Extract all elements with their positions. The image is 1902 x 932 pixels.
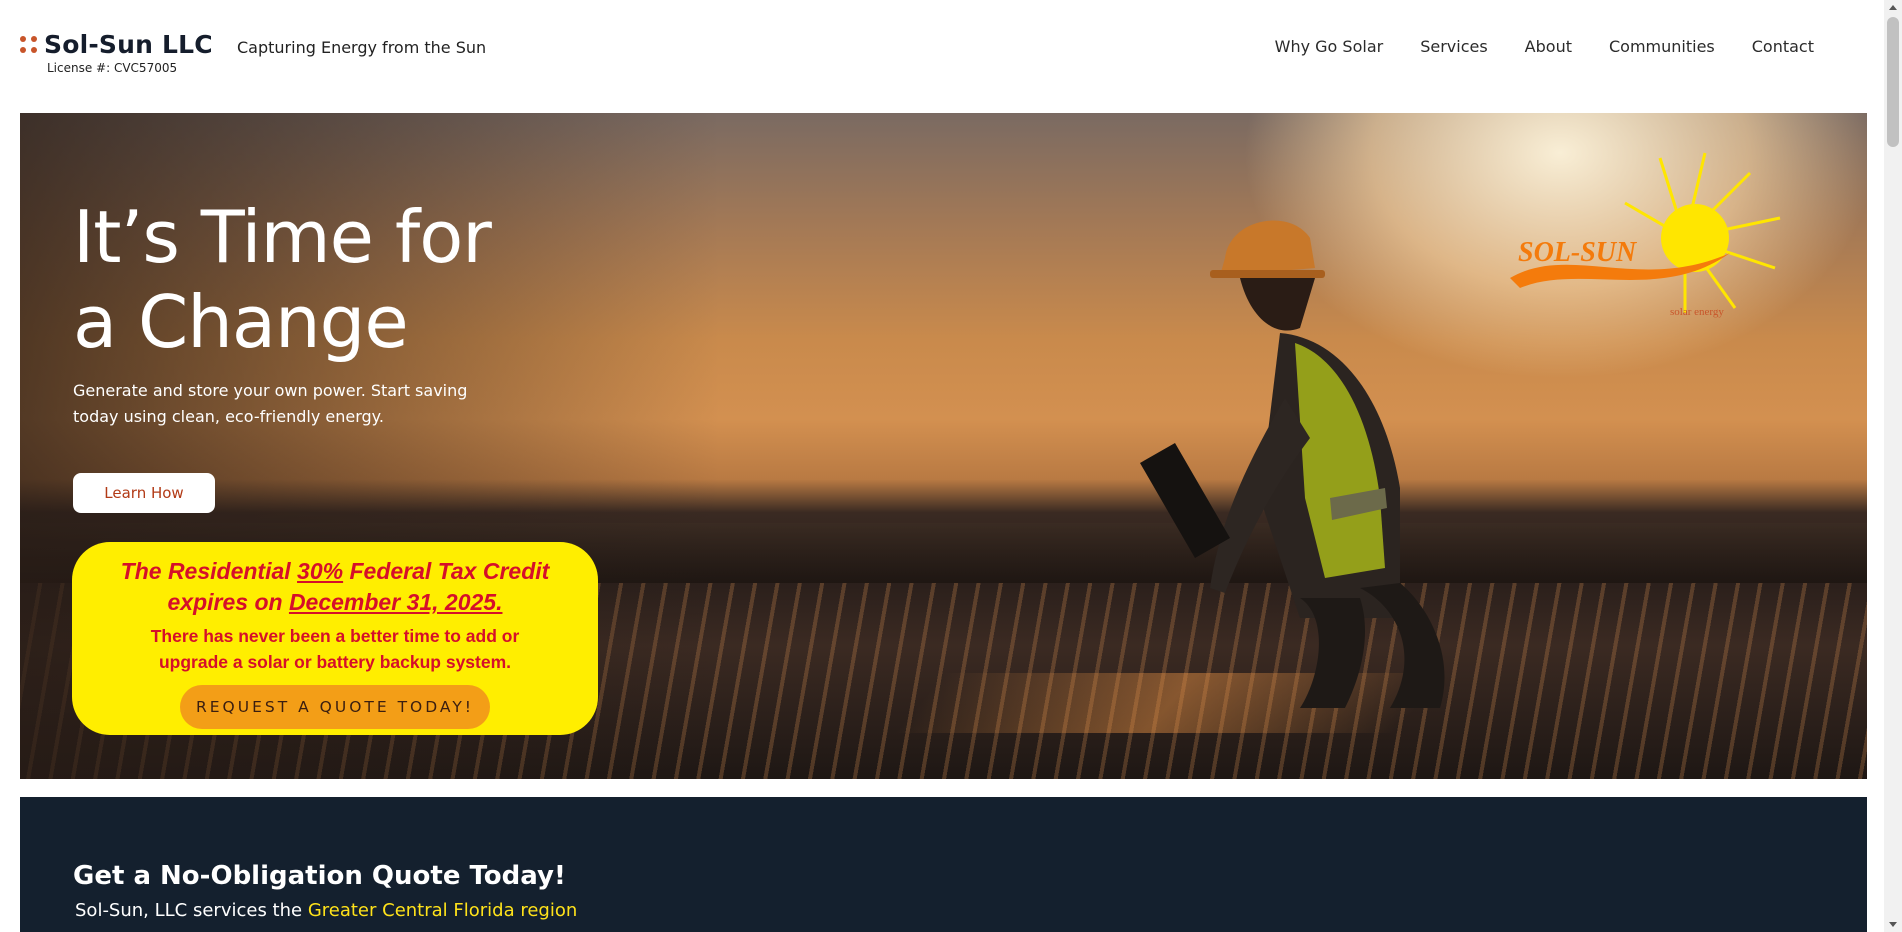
quote-section: Get a No-Obligation Quote Today! Sol-Sun…: [20, 797, 1867, 932]
nav-about[interactable]: About: [1525, 37, 1572, 56]
quote-section-title: Get a No-Obligation Quote Today!: [73, 861, 566, 891]
promo-percent: 30%: [297, 558, 344, 584]
scrollbar-thumb[interactable]: [1887, 17, 1899, 147]
promo-text: expires on: [167, 589, 289, 615]
sol-sun-logo: SOL-SUN solar energy: [1510, 152, 1781, 318]
hero-section: It’s Time for a Change Generate and stor…: [20, 113, 1867, 779]
promo-subtext-line-1: There has never been a better time to ad…: [150, 626, 520, 646]
learn-how-button[interactable]: Learn How: [73, 473, 215, 513]
scroll-up-icon[interactable]: [1889, 5, 1897, 10]
logo-text: SOL-SUN: [1518, 237, 1638, 268]
site-tagline: Capturing Energy from the Sun: [237, 38, 487, 57]
promo-subtext-line-2: upgrade a solar or battery backup system…: [158, 652, 512, 672]
nav-why-go-solar[interactable]: Why Go Solar: [1275, 37, 1384, 56]
brand-name[interactable]: Sol-Sun LLC: [44, 30, 213, 59]
hero-subtitle: Generate and store your own power. Start…: [73, 381, 468, 426]
main-nav: Why Go Solar Services About Communities …: [1238, 37, 1814, 56]
promo-text: The Residential: [120, 558, 298, 584]
nav-communities[interactable]: Communities: [1609, 37, 1715, 56]
site-header: Sol-Sun LLC License #: CVC57005 Capturin…: [0, 0, 1884, 112]
request-quote-button[interactable]: REQUEST A QUOTE TODAY!: [180, 685, 490, 729]
tax-credit-promo: The Residential 30% Federal Tax Credit e…: [72, 542, 598, 735]
promo-headline-2: expires on December 31, 2025.: [72, 587, 598, 618]
promo-text: Federal Tax Credit: [343, 558, 550, 584]
brand-logo[interactable]: Sol-Sun LLC: [20, 30, 213, 59]
promo-headline-1: The Residential 30% Federal Tax Credit: [72, 556, 598, 587]
hero-title-line-2: a Change: [73, 280, 409, 364]
scroll-down-icon[interactable]: [1889, 922, 1897, 927]
promo-subtext: There has never been a better time to ad…: [72, 623, 598, 675]
service-area-link[interactable]: Greater Central Florida region: [308, 900, 577, 921]
nav-services[interactable]: Services: [1420, 37, 1487, 56]
page-scrollbar[interactable]: [1884, 0, 1902, 932]
brand-dots-icon: [20, 35, 38, 54]
promo-deadline: December 31, 2025.: [288, 589, 503, 615]
license-number: License #: CVC57005: [47, 61, 178, 75]
hero-title-line-1: It’s Time for: [73, 195, 492, 279]
service-area-prefix: Sol-Sun, LLC services the: [75, 900, 308, 921]
logo-tag: solar energy: [1670, 306, 1724, 318]
hero-title: It’s Time for a Change: [73, 195, 492, 365]
quote-section-subtitle: Sol-Sun, LLC services the Greater Centra…: [75, 900, 577, 921]
worker-silhouette-image: [1140, 220, 1445, 708]
nav-contact[interactable]: Contact: [1752, 37, 1814, 56]
